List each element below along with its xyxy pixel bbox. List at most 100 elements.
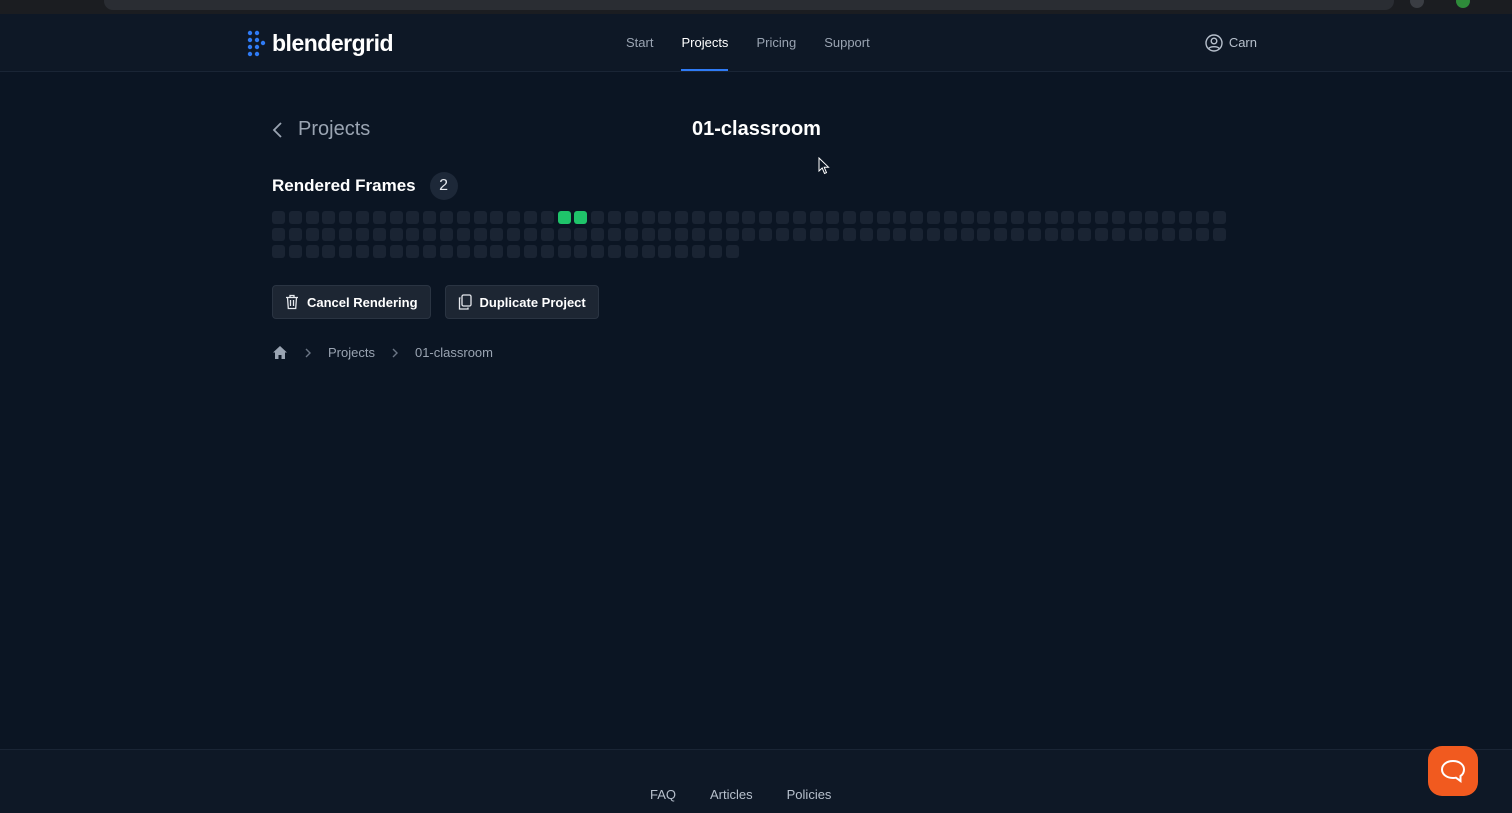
back-to-projects-link[interactable]: Projects — [272, 118, 370, 141]
frame-cell[interactable] — [523, 227, 537, 241]
frame-cell[interactable] — [540, 227, 554, 241]
frame-cell[interactable] — [490, 211, 504, 224]
frame-cell[interactable] — [456, 244, 470, 258]
frame-cell[interactable] — [322, 211, 336, 224]
frame-cell[interactable] — [658, 244, 672, 258]
frame-cell[interactable] — [523, 244, 537, 258]
frame-cell[interactable] — [691, 227, 705, 241]
frame-cell-rendered[interactable] — [574, 211, 588, 224]
frame-cell-rendered[interactable] — [557, 211, 571, 224]
frame-cell[interactable] — [708, 244, 722, 258]
frame-cell[interactable] — [322, 227, 336, 241]
frame-cell[interactable] — [1128, 211, 1142, 224]
frame-cell[interactable] — [507, 227, 521, 241]
frame-cell[interactable] — [406, 227, 420, 241]
nav-support[interactable]: Support — [810, 14, 884, 71]
frame-cell[interactable] — [557, 227, 571, 241]
frame-cell[interactable] — [742, 211, 756, 224]
duplicate-project-button[interactable]: Duplicate Project — [444, 285, 599, 319]
frame-cell[interactable] — [305, 244, 319, 258]
frame-cell[interactable] — [742, 227, 756, 241]
profile-icon[interactable] — [1456, 0, 1470, 8]
frame-cell[interactable] — [624, 227, 638, 241]
frame-cell[interactable] — [272, 227, 285, 241]
chat-button[interactable] — [1428, 746, 1478, 796]
frame-cell[interactable] — [439, 211, 453, 224]
frame-cell[interactable] — [910, 211, 924, 224]
frame-cell[interactable] — [809, 227, 823, 241]
footer-link-policies[interactable]: Policies — [787, 787, 832, 802]
frame-cell[interactable] — [1212, 211, 1226, 224]
frame-cell[interactable] — [943, 211, 957, 224]
frame-cell[interactable] — [305, 227, 319, 241]
frame-cell[interactable] — [1044, 211, 1058, 224]
frame-cell[interactable] — [406, 244, 420, 258]
frame-cell[interactable] — [843, 227, 857, 241]
footer-link-faq[interactable]: FAQ — [650, 787, 676, 802]
frame-cell[interactable] — [1162, 211, 1176, 224]
frame-cell[interactable] — [305, 211, 319, 224]
frame-cell[interactable] — [389, 211, 403, 224]
frame-cell[interactable] — [708, 211, 722, 224]
frame-cell[interactable] — [658, 211, 672, 224]
frame-cell[interactable] — [272, 244, 285, 258]
frame-cell[interactable] — [272, 211, 285, 224]
frame-cell[interactable] — [423, 227, 437, 241]
frame-cell[interactable] — [725, 227, 739, 241]
frame-cell[interactable] — [725, 211, 739, 224]
frame-cell[interactable] — [591, 227, 605, 241]
frame-cell[interactable] — [675, 211, 689, 224]
frame-cell[interactable] — [372, 227, 386, 241]
cancel-rendering-button[interactable]: Cancel Rendering — [272, 285, 431, 319]
frame-cell[interactable] — [792, 211, 806, 224]
breadcrumb-current[interactable]: 01-classroom — [415, 345, 493, 360]
frame-cell[interactable] — [641, 227, 655, 241]
frame-cell[interactable] — [591, 211, 605, 224]
frame-cell[interactable] — [1044, 227, 1058, 241]
frame-cell[interactable] — [1128, 227, 1142, 241]
user-menu[interactable]: Carn — [1205, 14, 1257, 71]
frame-cell[interactable] — [574, 227, 588, 241]
frame-cell[interactable] — [1011, 211, 1025, 224]
frame-cell[interactable] — [490, 227, 504, 241]
frame-cell[interactable] — [406, 211, 420, 224]
frame-cell[interactable] — [288, 211, 302, 224]
frame-cell[interactable] — [1027, 227, 1041, 241]
frame-cell[interactable] — [288, 244, 302, 258]
frame-cell[interactable] — [439, 244, 453, 258]
frame-cell[interactable] — [792, 227, 806, 241]
frame-cell[interactable] — [456, 227, 470, 241]
frame-cell[interactable] — [523, 211, 537, 224]
frame-cell[interactable] — [927, 211, 941, 224]
frame-cell[interactable] — [507, 211, 521, 224]
frame-cell[interactable] — [607, 211, 621, 224]
frame-cell[interactable] — [423, 211, 437, 224]
frame-cell[interactable] — [1027, 211, 1041, 224]
footer-link-articles[interactable]: Articles — [710, 787, 753, 802]
frame-cell[interactable] — [876, 211, 890, 224]
frame-cell[interactable] — [1011, 227, 1025, 241]
frame-cell[interactable] — [960, 211, 974, 224]
frame-cell[interactable] — [507, 244, 521, 258]
nav-projects[interactable]: Projects — [667, 14, 742, 71]
frame-cell[interactable] — [574, 244, 588, 258]
frame-cell[interactable] — [658, 227, 672, 241]
frame-cell[interactable] — [1145, 227, 1159, 241]
frame-cell[interactable] — [1111, 227, 1125, 241]
frame-cell[interactable] — [1212, 227, 1226, 241]
frame-cell[interactable] — [473, 211, 487, 224]
frame-cell[interactable] — [355, 244, 369, 258]
brand-logo[interactable]: blendergrid — [246, 28, 394, 58]
frame-cell[interactable] — [1078, 227, 1092, 241]
frame-cell[interactable] — [473, 227, 487, 241]
frame-cell[interactable] — [389, 227, 403, 241]
frame-cell[interactable] — [288, 227, 302, 241]
frame-cell[interactable] — [540, 244, 554, 258]
frame-cell[interactable] — [759, 227, 773, 241]
frame-cell[interactable] — [540, 211, 554, 224]
frame-cell[interactable] — [339, 244, 353, 258]
frame-cell[interactable] — [557, 244, 571, 258]
frame-cell[interactable] — [943, 227, 957, 241]
frame-cell[interactable] — [994, 227, 1008, 241]
frame-cell[interactable] — [355, 211, 369, 224]
